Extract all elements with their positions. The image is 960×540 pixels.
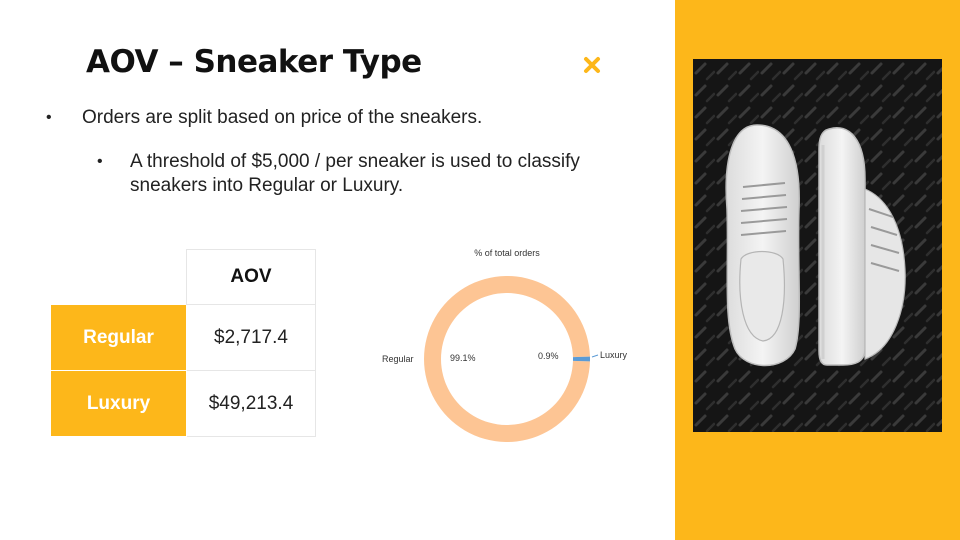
row-label-regular: Regular xyxy=(50,304,187,371)
slice-label-regular: Regular xyxy=(382,354,414,364)
donut-slice-luxury xyxy=(572,356,590,362)
row-value-regular: $2,717.4 xyxy=(186,304,316,371)
donut-chart: % of total orders Regular 99.1% 0.9% Lux… xyxy=(382,248,628,442)
luxury-leader-line xyxy=(591,354,599,358)
bullet-text: A threshold of $5,000 / per sneaker is u… xyxy=(130,151,580,196)
slide: AOV – Sneaker Type • Orders are split ba… xyxy=(0,0,960,540)
table-row: Regular $2,717.4 xyxy=(50,304,316,371)
donut-slice-regular xyxy=(424,276,590,442)
chart-title: % of total orders xyxy=(474,248,540,258)
table-header-aov: AOV xyxy=(186,249,316,305)
slice-value-luxury: 0.9% xyxy=(538,351,559,361)
sneaker-photo xyxy=(693,59,942,432)
slice-value-regular: 99.1% xyxy=(450,353,476,363)
table-corner-cell xyxy=(51,250,187,305)
row-label-luxury: Luxury xyxy=(50,370,187,437)
row-value-luxury: $49,213.4 xyxy=(186,370,316,437)
left-sneaker xyxy=(725,124,801,367)
close-icon[interactable] xyxy=(583,56,601,74)
slide-title: AOV – Sneaker Type xyxy=(86,44,422,80)
bullet-dot: • xyxy=(97,153,103,170)
bullet-text: Orders are split based on price of the s… xyxy=(82,107,483,128)
table-row: Luxury $49,213.4 xyxy=(50,370,316,437)
slice-label-luxury: Luxury xyxy=(600,350,628,360)
aov-table: AOV Regular $2,717.4 Luxury $49,213.4 xyxy=(50,249,316,437)
bullet-dot: • xyxy=(46,109,52,126)
table-header-row: AOV xyxy=(51,249,316,305)
